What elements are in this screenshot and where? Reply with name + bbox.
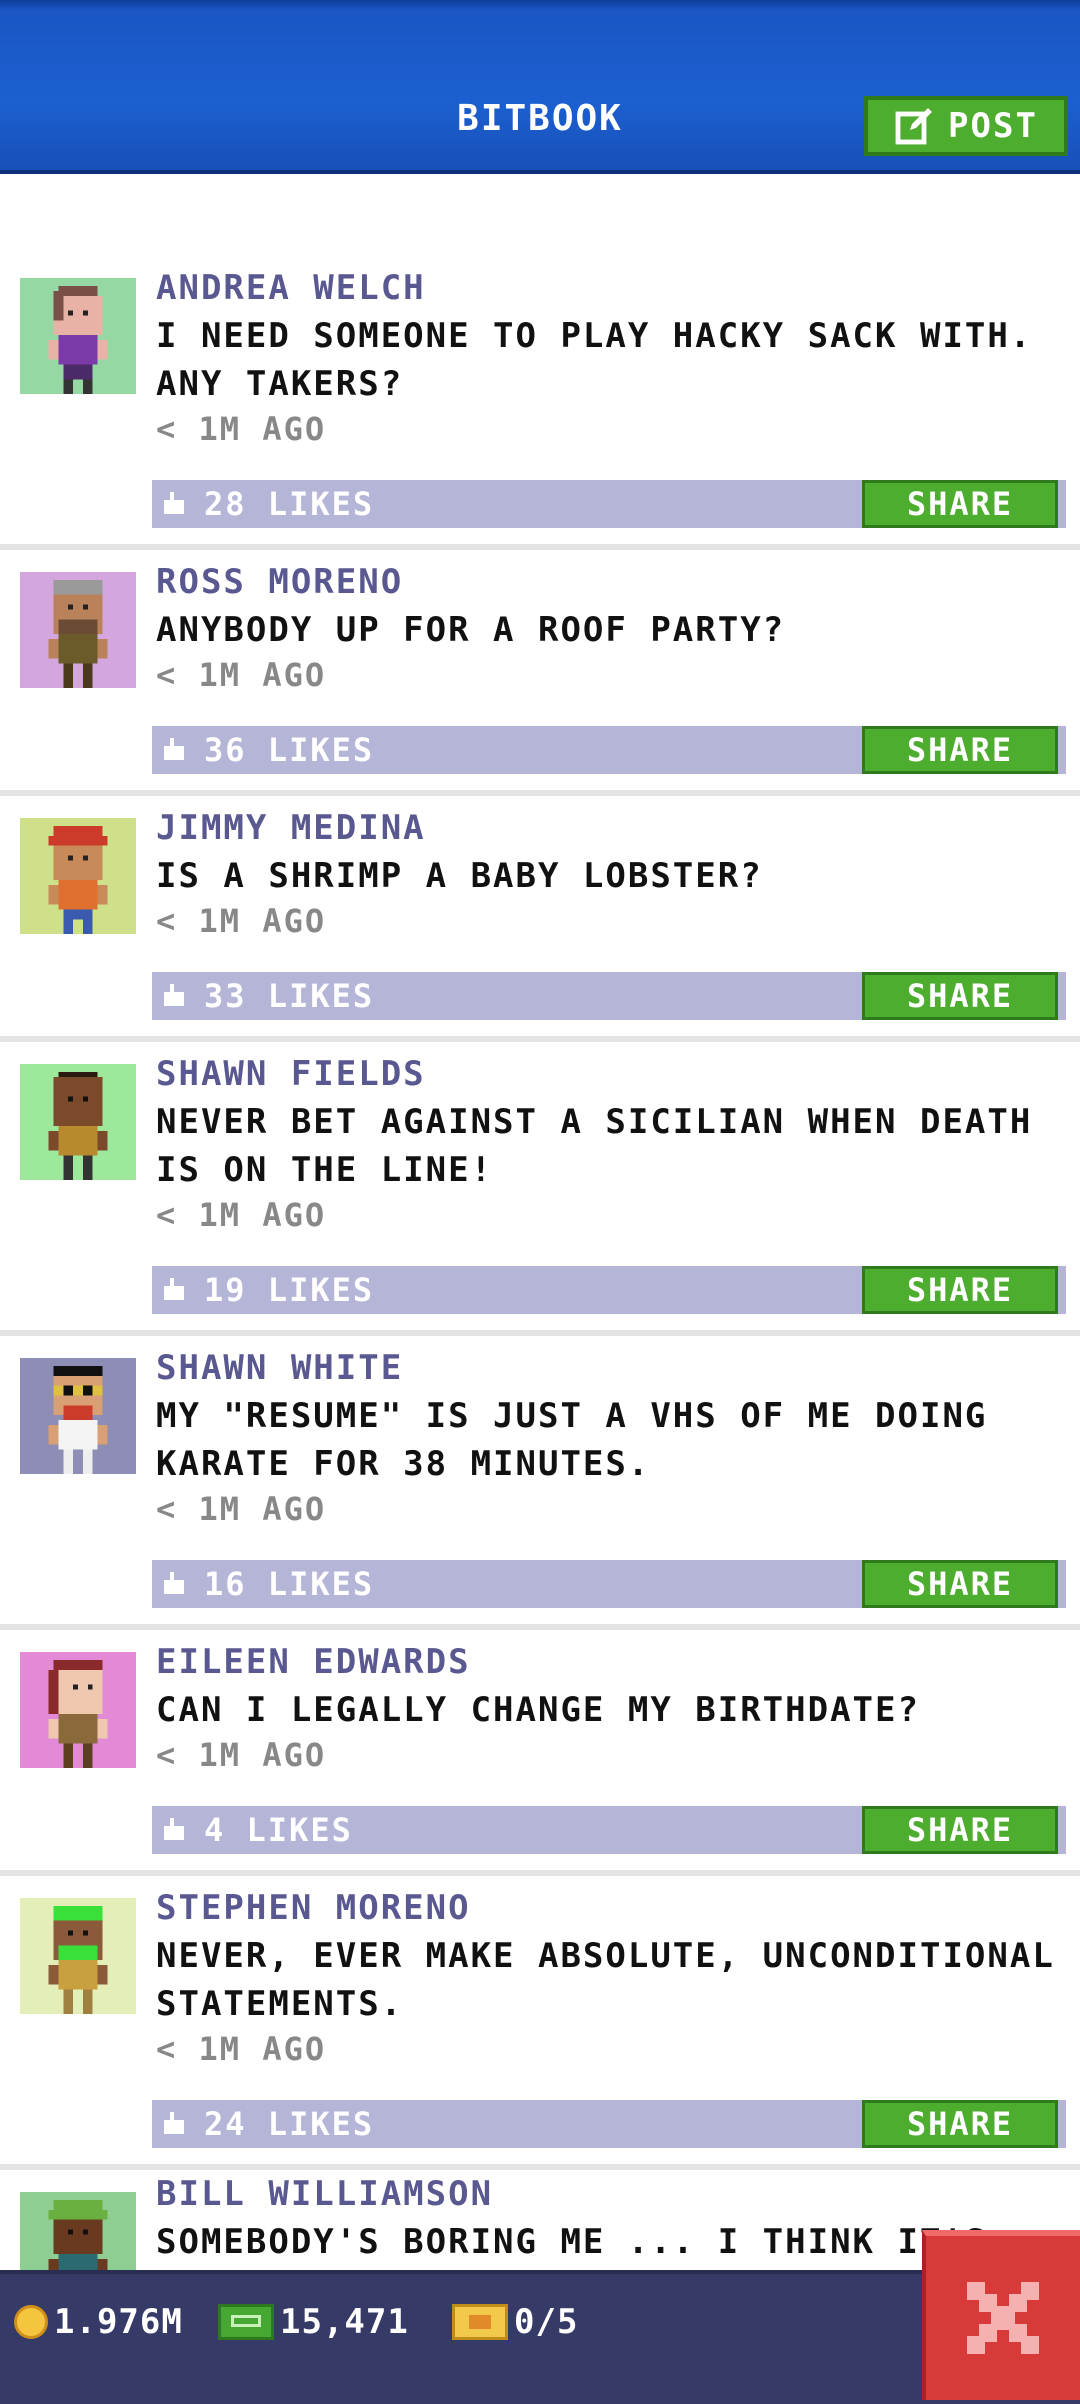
coins-stat: 1.976M — [14, 2302, 183, 2342]
avatar[interactable] — [20, 1898, 136, 2014]
bux-stat: 15,471 — [218, 2302, 409, 2342]
character-sprite — [48, 1660, 108, 1768]
character-sprite — [48, 286, 108, 394]
likes-count: 4 LIKES — [204, 1811, 353, 1849]
feed-post: STEPHEN MORENO NEVER, EVER MAKE ABSOLUTE… — [0, 1876, 1080, 2164]
post-timestamp: < 1M AGO — [156, 656, 327, 694]
likes-count: 24 LIKES — [204, 2105, 375, 2143]
feed-post: SHAWN WHITE MY "RESUME" IS JUST A VHS OF… — [0, 1336, 1080, 1624]
likes-count: 16 LIKES — [204, 1565, 375, 1603]
bux-value: 15,471 — [280, 2302, 409, 2342]
post-author[interactable]: ROSS MORENO — [156, 562, 403, 602]
post-author[interactable]: ANDREA WELCH — [156, 268, 426, 308]
character-sprite — [48, 580, 108, 688]
feed-list[interactable]: ANDREA WELCH I NEED SOMEONE TO PLAY HACK… — [0, 174, 1080, 2270]
post-timestamp: < 1M AGO — [156, 2030, 327, 2068]
post-text: MY "RESUME" IS JUST A VHS OF ME DOING KA… — [156, 1396, 988, 1484]
character-sprite — [48, 1072, 108, 1180]
post-text: NEVER, EVER MAKE ABSOLUTE, UNCONDITIONAL… — [156, 1936, 1055, 2024]
feed-post: EILEEN EDWARDS CAN I LEGALLY CHANGE MY B… — [0, 1630, 1080, 1870]
thumbs-up-icon[interactable] — [162, 738, 186, 762]
likes-count: 33 LIKES — [204, 977, 375, 1015]
tickets-value: 0/5 — [514, 2302, 579, 2342]
feed-post: BILL WILLIAMSON SOMEBODY'S BORING ME ...… — [0, 2170, 1080, 2270]
bux-icon — [218, 2304, 274, 2340]
post-timestamp: < 1M AGO — [156, 1196, 327, 1234]
coin-icon — [14, 2305, 48, 2339]
post-text: NEVER BET AGAINST A SICILIAN WHEN DEATH … — [156, 1102, 1033, 1190]
likes-bar: 16 LIKES SHARE — [152, 1560, 1066, 1608]
avatar[interactable] — [20, 818, 136, 934]
feed-post: SHAWN FIELDS NEVER BET AGAINST A SICILIA… — [0, 1042, 1080, 1330]
post-text: CAN I LEGALLY CHANGE MY BIRTHDATE? — [156, 1690, 920, 1730]
feed-post: JIMMY MEDINA IS A SHRIMP A BABY LOBSTER?… — [0, 796, 1080, 1036]
close-button[interactable] — [922, 2230, 1080, 2400]
likes-bar: 33 LIKES SHARE — [152, 972, 1066, 1020]
share-button[interactable]: SHARE — [862, 2100, 1058, 2148]
thumbs-up-icon[interactable] — [162, 1572, 186, 1596]
post-timestamp: < 1M AGO — [156, 1490, 327, 1528]
thumbs-up-icon[interactable] — [162, 1278, 186, 1302]
ticket-icon — [452, 2304, 508, 2340]
post-text: IS A SHRIMP A BABY LOBSTER? — [156, 856, 763, 896]
avatar[interactable] — [20, 278, 136, 394]
character-sprite — [48, 2200, 108, 2270]
post-author[interactable]: STEPHEN MORENO — [156, 1888, 471, 1928]
avatar[interactable] — [20, 1652, 136, 1768]
thumbs-up-icon[interactable] — [162, 2112, 186, 2136]
post-author[interactable]: EILEEN EDWARDS — [156, 1642, 471, 1682]
share-button[interactable]: SHARE — [862, 726, 1058, 774]
share-button[interactable]: SHARE — [862, 480, 1058, 528]
likes-bar: 28 LIKES SHARE — [152, 480, 1066, 528]
likes-bar: 4 LIKES SHARE — [152, 1806, 1066, 1854]
post-author[interactable]: BILL WILLIAMSON — [156, 2174, 493, 2214]
likes-count: 19 LIKES — [204, 1271, 375, 1309]
feed-post: ROSS MORENO ANYBODY UP FOR A ROOF PARTY?… — [0, 550, 1080, 790]
post-timestamp: < 1M AGO — [156, 410, 327, 448]
post-button-label: POST — [948, 106, 1038, 146]
post-author[interactable]: SHAWN WHITE — [156, 1348, 403, 1388]
likes-count: 36 LIKES — [204, 731, 375, 769]
currency-bar: 1.976M 15,471 0/5 — [0, 2270, 1080, 2404]
post-timestamp: < 1M AGO — [156, 902, 327, 940]
post-author[interactable]: SHAWN FIELDS — [156, 1054, 426, 1094]
post-button[interactable]: POST — [864, 96, 1068, 156]
share-button[interactable]: SHARE — [862, 1266, 1058, 1314]
likes-bar: 36 LIKES SHARE — [152, 726, 1066, 774]
feed-post: ANDREA WELCH I NEED SOMEONE TO PLAY HACK… — [0, 174, 1080, 544]
thumbs-up-icon[interactable] — [162, 492, 186, 516]
avatar[interactable] — [20, 2192, 136, 2270]
avatar[interactable] — [20, 1064, 136, 1180]
coins-value: 1.976M — [54, 2302, 183, 2342]
thumbs-up-icon[interactable] — [162, 1818, 186, 1842]
post-text: ANYBODY UP FOR A ROOF PARTY? — [156, 610, 786, 650]
share-button[interactable]: SHARE — [862, 1806, 1058, 1854]
character-sprite — [48, 1366, 108, 1474]
avatar[interactable] — [20, 1358, 136, 1474]
app-header: BITBOOK POST — [0, 0, 1080, 174]
share-button[interactable]: SHARE — [862, 1560, 1058, 1608]
avatar[interactable] — [20, 572, 136, 688]
likes-bar: 19 LIKES SHARE — [152, 1266, 1066, 1314]
share-button[interactable]: SHARE — [862, 972, 1058, 1020]
edit-icon — [895, 108, 933, 145]
post-author[interactable]: JIMMY MEDINA — [156, 808, 426, 848]
character-sprite — [48, 1906, 108, 2014]
post-timestamp: < 1M AGO — [156, 1736, 327, 1774]
character-sprite — [48, 826, 108, 934]
likes-count: 28 LIKES — [204, 485, 375, 523]
post-text: I NEED SOMEONE TO PLAY HACKY SACK WITH. … — [156, 316, 1033, 404]
close-icon — [967, 2282, 1039, 2354]
tickets-stat: 0/5 — [452, 2302, 578, 2342]
likes-bar: 24 LIKES SHARE — [152, 2100, 1066, 2148]
thumbs-up-icon[interactable] — [162, 984, 186, 1008]
